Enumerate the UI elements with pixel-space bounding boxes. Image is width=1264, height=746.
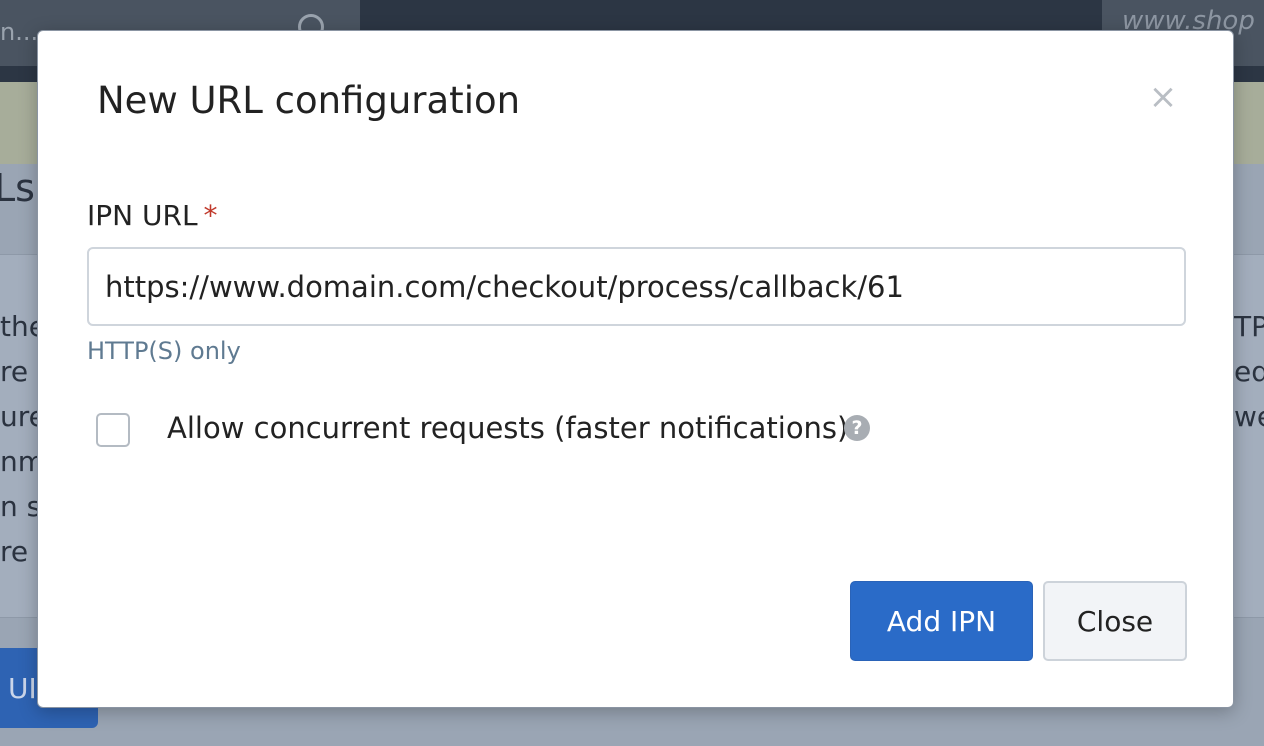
ipn-url-help-text: HTTP(S) only [87, 337, 241, 365]
background-text-line: re [0, 535, 29, 568]
ipn-url-input[interactable] [87, 247, 1186, 326]
background-text-line: the [0, 310, 38, 343]
ipn-url-label-text: IPN URL [87, 199, 198, 232]
ipn-url-label: IPN URL * [87, 199, 218, 232]
background-button-label: UI [8, 672, 37, 705]
background-search-text: n... [0, 18, 39, 46]
background-text-line: TP [1234, 310, 1264, 343]
background-text-line: re [0, 355, 29, 388]
page: n... www.shop Ls the re ure nm n s re TP… [0, 0, 1264, 746]
background-heading: Ls [0, 166, 35, 210]
background-text-line: we [1234, 400, 1264, 433]
background-right-text: TP ed we [1234, 304, 1264, 439]
close-icon[interactable]: × [1148, 79, 1178, 115]
concurrent-requests-label[interactable]: Allow concurrent requests (faster notifi… [167, 411, 848, 445]
add-ipn-button[interactable]: Add IPN [850, 581, 1033, 661]
background-text-line: ed [1234, 355, 1264, 388]
background-text-line: ure [0, 400, 38, 433]
question-circle-icon[interactable]: ? [844, 415, 870, 441]
modal-title: New URL configuration [97, 79, 521, 122]
required-marker: * [203, 199, 218, 232]
background-text-line: nm [0, 445, 38, 478]
concurrent-requests-checkbox[interactable] [96, 413, 130, 447]
url-configuration-modal: New URL configuration × IPN URL* HTTP(S)… [37, 30, 1234, 708]
close-button[interactable]: Close [1043, 581, 1187, 661]
background-left-text: the re ure nm n s re [0, 304, 38, 574]
background-text-line: n s [0, 490, 38, 523]
